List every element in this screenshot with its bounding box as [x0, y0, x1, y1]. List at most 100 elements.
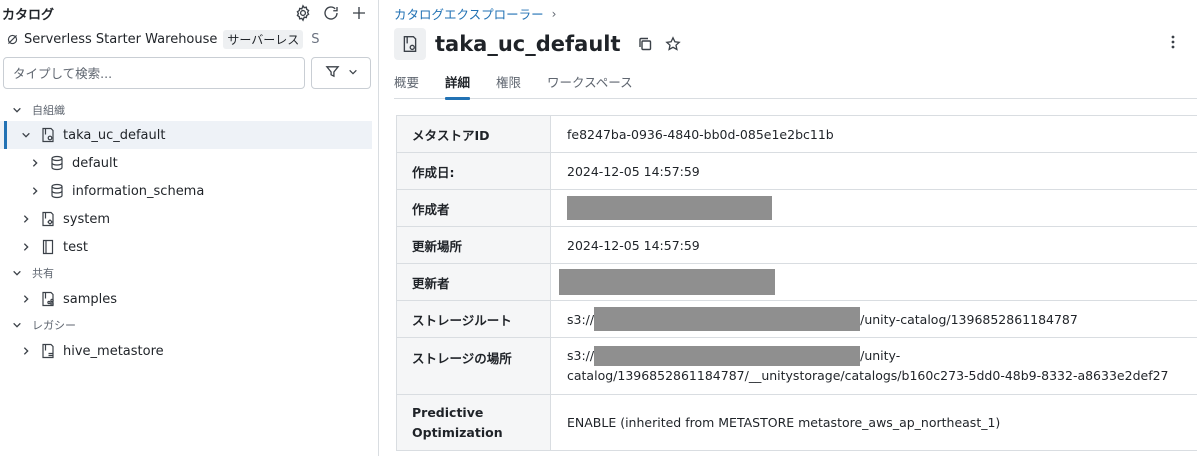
detail-row-predictive-optimization: Predictive Optimization ENABLE (inherite…	[397, 395, 1197, 451]
storage-root-suffix: /unity-catalog/1396852861184787	[860, 311, 1078, 327]
tree-item-hive-metastore[interactable]: hive_metastore	[0, 337, 372, 365]
detail-value	[551, 264, 1197, 300]
catalog-book-icon	[39, 238, 57, 256]
detail-key: メタストアID	[397, 116, 551, 152]
search-input[interactable]	[13, 65, 295, 81]
catalog-icon	[39, 126, 57, 144]
tree-item-taka-uc-default[interactable]: taka_uc_default	[0, 121, 372, 149]
redacted-value	[594, 307, 861, 331]
schema-database-icon	[48, 182, 66, 200]
detail-row-created-at: 作成日: 2024-12-05 14:57:59	[397, 153, 1197, 190]
chevron-right-icon	[19, 292, 33, 306]
catalog-sidebar: カタログ Serverless Starter Warehouse サーバーレス…	[0, 0, 379, 456]
storage-root-prefix: s3://	[567, 311, 595, 327]
predictive-key-line2: Optimization	[412, 424, 503, 440]
tree-item-system[interactable]: system	[0, 205, 372, 233]
chevron-down-icon	[10, 318, 24, 332]
catalog-icon	[394, 28, 426, 60]
redacted-value	[567, 196, 772, 220]
tree-group-label: 共有	[32, 267, 54, 280]
legacy-catalog-icon	[39, 342, 57, 360]
schema-database-icon	[48, 154, 66, 172]
tree-group-shared[interactable]: 共有	[0, 259, 372, 287]
star-favorite-icon[interactable]	[663, 34, 683, 54]
filter-button[interactable]	[311, 57, 371, 89]
tree-item-test[interactable]: test	[0, 233, 372, 261]
storage-location-path: catalog/1396852861184787/__unitystorage/…	[567, 368, 1169, 383]
warehouse-size: S	[311, 31, 320, 47]
title-row: taka_uc_default	[394, 28, 683, 60]
copy-icon[interactable]	[635, 34, 655, 54]
tree-item-default[interactable]: default	[0, 149, 372, 177]
settings-gear-icon[interactable]	[293, 3, 313, 23]
breadcrumb-catalog-explorer[interactable]: カタログエクスプローラー	[394, 4, 544, 23]
more-options-kebab-icon[interactable]	[1163, 32, 1183, 52]
search-box	[3, 57, 305, 89]
detail-key: ストレージの場所	[397, 338, 551, 394]
detail-value: ENABLE (inherited from METASTORE metasto…	[567, 415, 1001, 430]
tree-group-legacy[interactable]: レガシー	[0, 311, 372, 339]
breadcrumb-separator: ›	[551, 6, 557, 21]
detail-key: Predictive Optimization	[397, 395, 551, 450]
tab-overview[interactable]: 概要	[394, 72, 419, 99]
tab-permissions[interactable]: 権限	[496, 72, 521, 99]
detail-value: s3:// /unity-catalog/1396852861184787	[551, 301, 1197, 337]
detail-row-storage-location: ストレージの場所 s3:// /unity- catalog/139685286…	[397, 338, 1197, 395]
redacted-value	[594, 346, 861, 366]
tree-item-label: samples	[63, 291, 118, 307]
system-catalog-icon	[39, 210, 57, 228]
detail-row-metastore-id: メタストアID fe8247ba-0936-4840-bb0d-085e1e2b…	[397, 116, 1197, 153]
details-table: メタストアID fe8247ba-0936-4840-bb0d-085e1e2b…	[396, 115, 1197, 451]
tree-item-samples[interactable]: samples	[0, 285, 372, 313]
tree-item-label: system	[63, 211, 110, 227]
warehouse-name: Serverless Starter Warehouse	[24, 31, 218, 47]
chevron-right-icon	[19, 240, 33, 254]
storage-location-suffix: /unity-	[860, 348, 901, 363]
detail-value: fe8247ba-0936-4840-bb0d-085e1e2bc11b	[567, 126, 834, 142]
sidebar-title: カタログ	[2, 8, 55, 23]
warehouse-selector[interactable]: Serverless Starter Warehouse サーバーレス S	[0, 28, 379, 50]
storage-location-text: s3:// /unity- catalog/1396852861184787/_…	[567, 346, 1169, 386]
tree-item-label: default	[72, 155, 118, 171]
predictive-key-line1: Predictive	[412, 404, 484, 420]
detail-value: s3:// /unity- catalog/1396852861184787/_…	[551, 338, 1197, 394]
detail-key: 更新場所	[397, 227, 551, 263]
tree-item-label: taka_uc_default	[63, 127, 166, 143]
tree-group-label: レガシー	[32, 319, 76, 332]
add-plus-icon[interactable]	[349, 3, 369, 23]
filter-icon	[324, 64, 340, 83]
detail-key: 更新者	[397, 264, 551, 300]
chevron-right-icon	[28, 184, 42, 198]
detail-row-created-by: 作成者	[397, 190, 1197, 227]
chevron-down-icon	[19, 128, 33, 142]
tree-group-label: 自組織	[32, 104, 65, 117]
tab-bar: 概要 詳細 権限 ワークスペース	[394, 72, 1197, 100]
tree-item-label: test	[63, 239, 88, 255]
refresh-icon[interactable]	[321, 3, 341, 23]
chevron-right-icon	[19, 212, 33, 226]
chevron-down-icon	[10, 103, 24, 117]
detail-row-updated-place: 更新場所 2024-12-05 14:57:59	[397, 227, 1197, 264]
tree-item-label: information_schema	[72, 183, 205, 199]
tree-group-my-org[interactable]: 自組織	[0, 96, 372, 124]
detail-value	[551, 190, 1197, 226]
chevron-down-icon	[10, 266, 24, 280]
chevron-right-icon	[19, 344, 33, 358]
redacted-value	[559, 269, 775, 295]
detail-key: 作成日:	[397, 153, 551, 189]
tree-item-information-schema[interactable]: information_schema	[0, 177, 372, 205]
tab-workspaces[interactable]: ワークスペース	[547, 72, 633, 99]
breadcrumb: カタログエクスプローラー ›	[394, 4, 556, 23]
catalog-detail-panel: カタログエクスプローラー › taka_uc_default 概要 詳細 権限 …	[380, 0, 1197, 456]
sidebar-header: カタログ	[0, 0, 379, 28]
tab-details[interactable]: 詳細	[445, 72, 471, 100]
serverless-badge: サーバーレス	[223, 29, 304, 49]
detail-key: ストレージルート	[397, 301, 551, 337]
shared-catalog-icon	[39, 290, 57, 308]
detail-value: 2024-12-05 14:57:59	[567, 237, 700, 253]
detail-value: 2024-12-05 14:57:59	[567, 163, 700, 179]
disconnected-icon	[4, 31, 20, 47]
storage-location-prefix: s3://	[567, 348, 595, 363]
tree-item-label: hive_metastore	[63, 343, 164, 359]
detail-key: 作成者	[397, 190, 551, 226]
